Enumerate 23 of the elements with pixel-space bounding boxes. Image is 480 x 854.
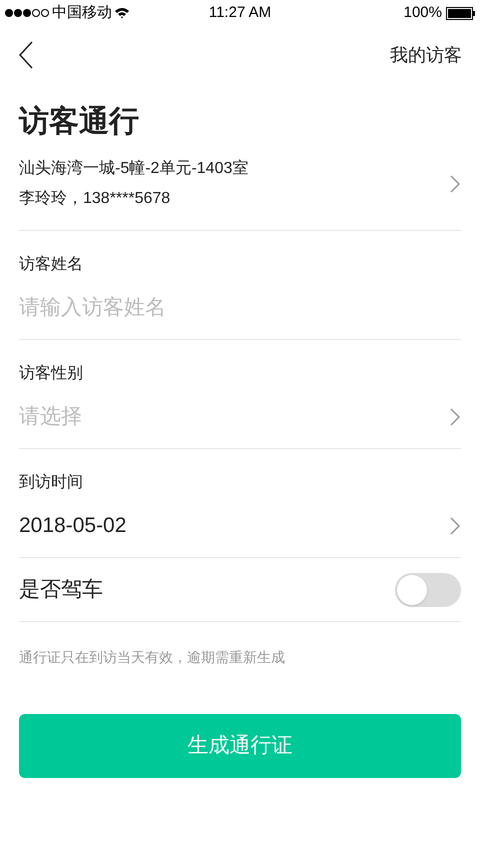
signal-icon xyxy=(4,8,50,18)
page-title: 访客通行 xyxy=(19,104,140,140)
battery-percent: 100% xyxy=(404,2,442,23)
address-row[interactable]: 汕头海湾一城-5幢-2单元-1403室 李玲玲，138****5678 xyxy=(19,158,461,231)
toggle-switch[interactable] xyxy=(395,572,461,606)
select-field[interactable]: 2018-05-02 xyxy=(19,511,461,541)
hint-text: 通行证只在到访当天有效，逾期需重新生成 xyxy=(19,648,286,667)
carrier-name: 中国移动 xyxy=(52,2,112,23)
battery-icon xyxy=(446,6,476,20)
wifi-icon xyxy=(114,7,130,19)
chevron-right-icon xyxy=(449,174,461,194)
chevron-right-icon xyxy=(449,516,461,536)
my-visitors-link[interactable]: 我的访客 xyxy=(390,42,462,68)
toggle-label: 是否驾车 xyxy=(19,576,103,603)
back-icon[interactable] xyxy=(18,41,34,69)
field-label: 访客性别 xyxy=(19,364,84,384)
address-text: 汕头海湾一城-5幢-2单元-1403室 xyxy=(19,158,248,179)
input-field[interactable]: 请输入访客姓名 xyxy=(19,293,461,323)
field-label: 到访时间 xyxy=(19,472,84,493)
chevron-right-icon xyxy=(449,407,461,427)
resident-contact: 李玲玲，138****5678 xyxy=(19,188,172,209)
clock-time: 11:27 AM xyxy=(208,2,272,23)
field-label: 访客姓名 xyxy=(19,254,84,275)
